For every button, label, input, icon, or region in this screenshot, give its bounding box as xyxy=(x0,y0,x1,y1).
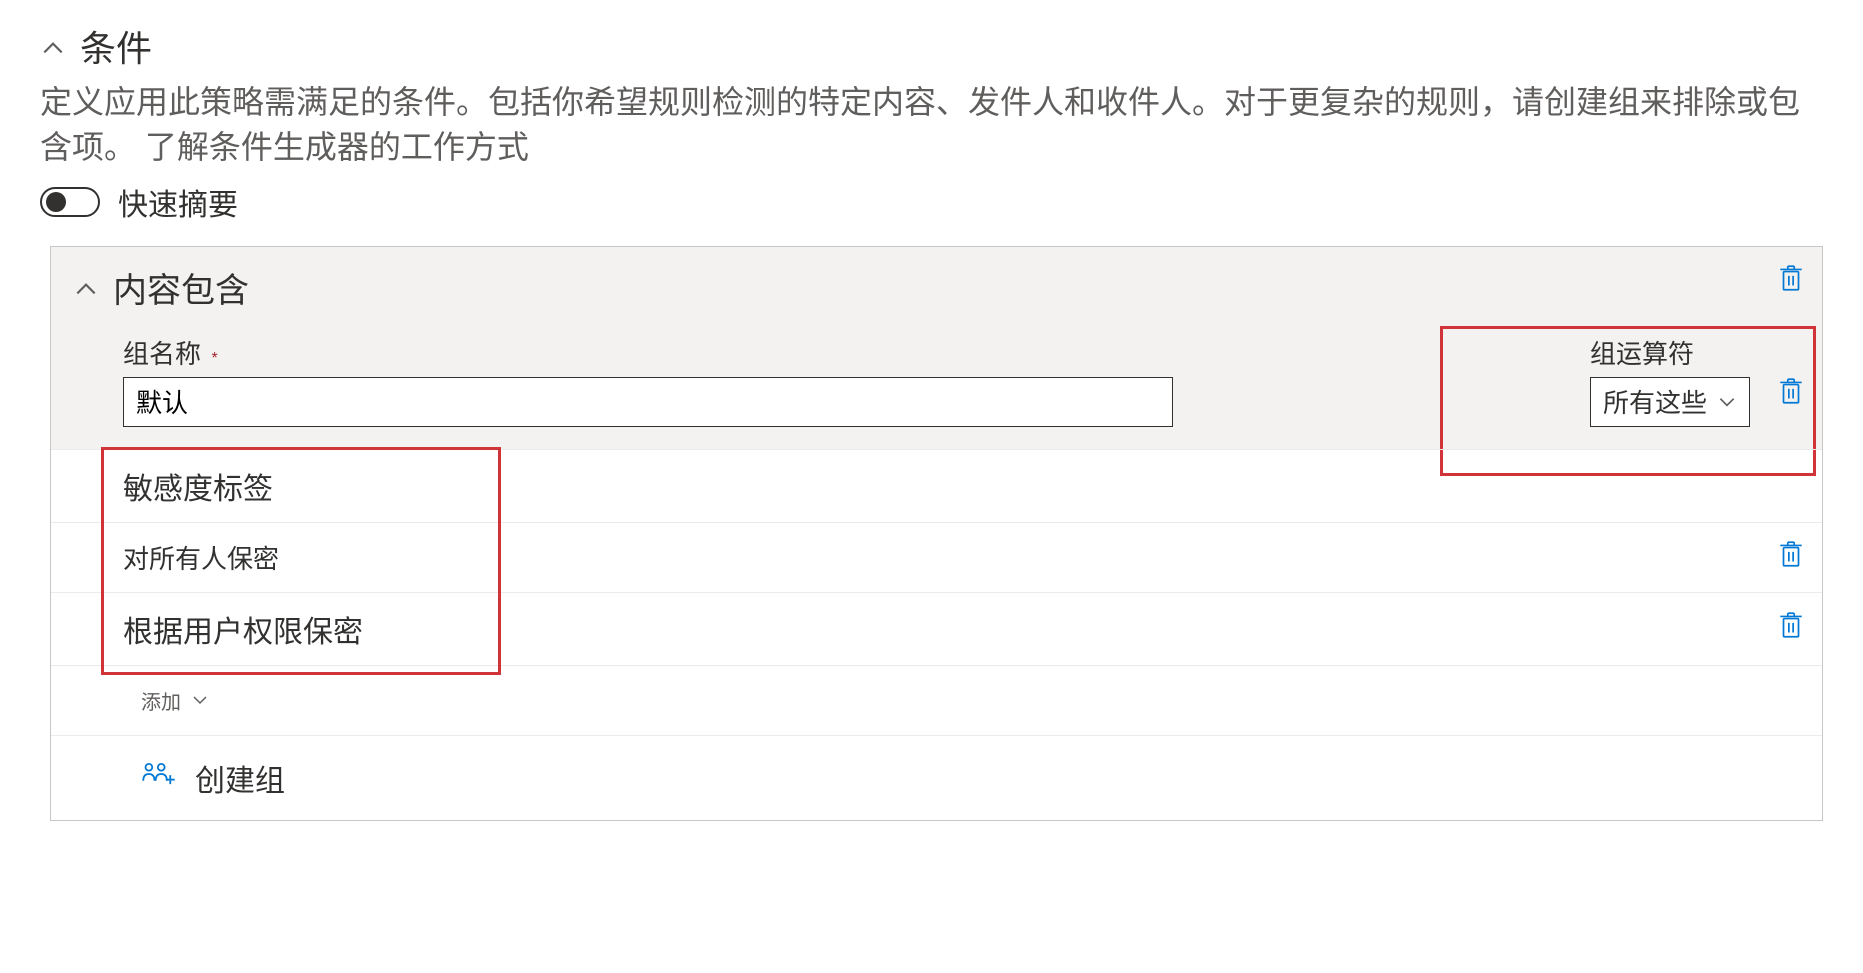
group-operator-label: 组运算符 xyxy=(1590,334,1750,371)
quick-summary-label: 快速摘要 xyxy=(118,180,238,224)
list-item: 根据用户权限保密 xyxy=(51,592,1822,665)
group-name-input[interactable] xyxy=(123,377,1173,427)
create-group-button[interactable]: 创建组 xyxy=(51,735,1822,820)
sensitivity-label-category: 敏感度标签 xyxy=(51,449,1822,522)
learn-more-link[interactable]: 了解条件生成器的工作方式 xyxy=(145,129,529,165)
create-group-label: 创建组 xyxy=(195,756,285,800)
group-name-label: 组名称 xyxy=(123,339,201,369)
category-label: 敏感度标签 xyxy=(123,464,273,508)
delete-item-button[interactable] xyxy=(1778,539,1804,576)
section-description: 定义应用此策略需满足的条件。包括你希望规则检测的特定内容、发件人和收件人。对于更… xyxy=(40,80,1823,170)
item-label: 根据用户权限保密 xyxy=(123,607,363,651)
section-title: 条件 xyxy=(80,20,152,72)
group-operator-select[interactable]: 所有这些 xyxy=(1590,377,1750,427)
chevron-down-icon xyxy=(191,691,209,709)
list-item: 对所有人保密 xyxy=(51,522,1822,592)
panel-title: 内容包含 xyxy=(113,263,249,312)
conditions-panel: 内容包含 组名称 * 组运算符 所有这些 敏感度标签 xyxy=(50,246,1823,821)
group-config-row: 组名称 * 组运算符 所有这些 xyxy=(51,328,1822,449)
delete-panel-button[interactable] xyxy=(1778,263,1804,298)
delete-group-button[interactable] xyxy=(1778,376,1804,411)
quick-summary-toggle[interactable] xyxy=(40,187,100,217)
add-button[interactable]: 添加 xyxy=(51,665,1822,735)
collapse-section-icon[interactable] xyxy=(40,35,62,57)
panel-header: 内容包含 xyxy=(51,247,1822,328)
delete-item-button[interactable] xyxy=(1778,610,1804,648)
required-indicator: * xyxy=(211,350,217,367)
add-label: 添加 xyxy=(141,686,181,715)
collapse-panel-icon[interactable] xyxy=(73,276,95,298)
item-label: 对所有人保密 xyxy=(123,539,279,576)
create-group-icon xyxy=(141,760,177,796)
toggle-knob xyxy=(46,192,66,212)
group-operator-value: 所有这些 xyxy=(1603,383,1707,420)
